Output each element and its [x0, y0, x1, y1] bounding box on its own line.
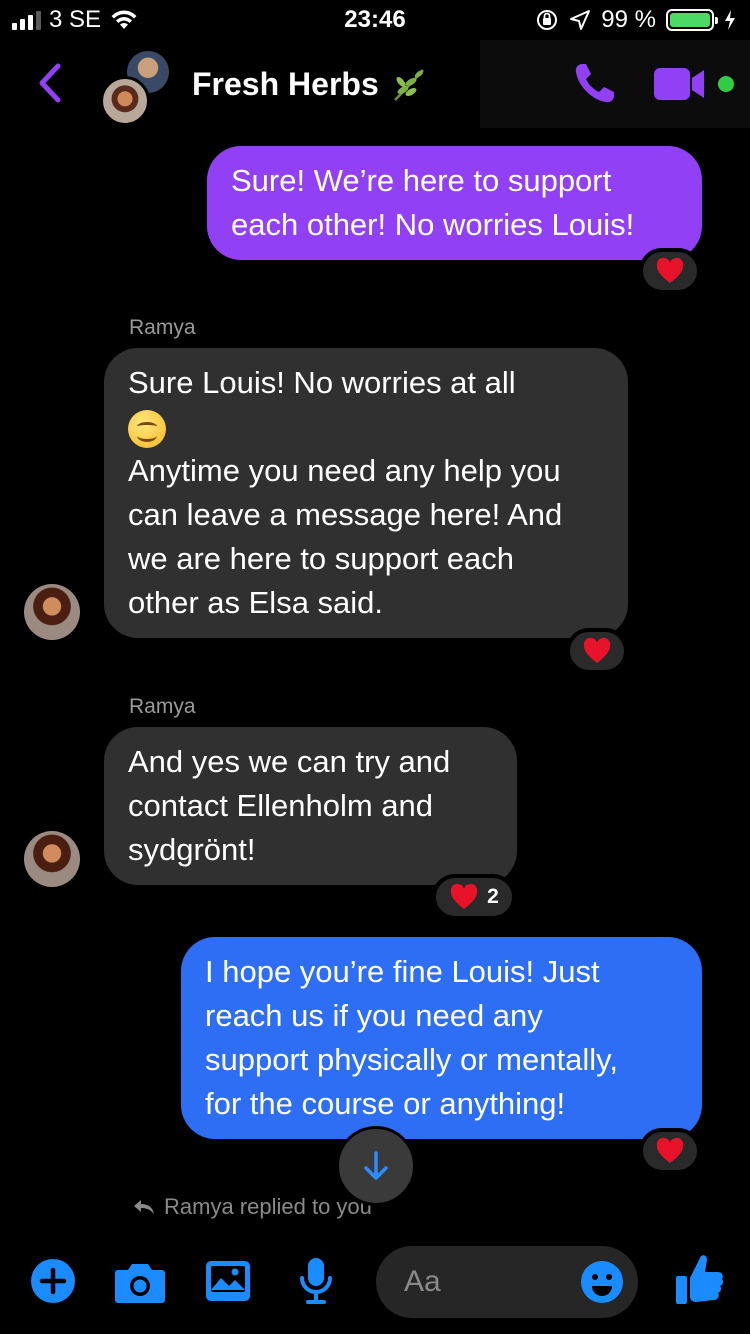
camera-icon[interactable]: [114, 1260, 166, 1304]
message-text: other as Elsa said.: [128, 585, 384, 620]
sender-avatar[interactable]: [24, 831, 80, 887]
smile-emoji-line: [128, 405, 604, 449]
composer-bar: [0, 1230, 750, 1334]
reaction-badge[interactable]: [639, 1128, 701, 1174]
message-text: Sure! We’re here to support: [231, 163, 612, 198]
heart-icon: [450, 883, 478, 909]
message-text: can leave a message here! And: [128, 497, 563, 532]
group-name: Fresh Herbs: [192, 65, 379, 102]
message-bubble-outgoing[interactable]: I hope you’re fine Louis! Just reach us …: [181, 937, 702, 1139]
online-indicator: [718, 76, 734, 92]
member-avatar: [100, 76, 150, 126]
battery-percent: 99 %: [601, 6, 656, 33]
message-text: And yes we can try and: [128, 744, 451, 779]
sender-avatar[interactable]: [24, 584, 80, 640]
status-right: 99 %: [535, 6, 736, 34]
chat-header: Fresh Herbs: [0, 40, 750, 130]
reaction-badge[interactable]: [639, 248, 701, 294]
status-bar: 3 SE 23:46 99 %: [0, 0, 750, 40]
photo-gallery-icon[interactable]: [205, 1260, 251, 1302]
herb-icon: [393, 69, 424, 101]
reaction-badge[interactable]: [566, 628, 628, 674]
rotation-lock-icon: [537, 10, 558, 30]
reaction-count: 2: [487, 885, 499, 908]
message-text: each other! No worries Louis!: [231, 207, 635, 242]
plus-icon[interactable]: [30, 1258, 76, 1304]
message-text: sydgrönt!: [128, 832, 256, 867]
heart-icon: [656, 257, 684, 283]
charging-icon: [725, 10, 735, 30]
reply-notice[interactable]: Ramya replied to you: [132, 1194, 372, 1220]
video-call-icon[interactable]: [652, 64, 710, 104]
thumbs-up-icon[interactable]: [674, 1252, 724, 1308]
message-bubble-incoming[interactable]: And yes we can try and contact Ellenholm…: [104, 727, 517, 885]
group-avatar[interactable]: [100, 48, 175, 126]
reply-notice-text: Ramya replied to you: [164, 1194, 372, 1219]
message-text: Sure Louis! No worries at all: [128, 365, 516, 400]
arrow-down-icon: [364, 1151, 388, 1180]
sender-name: Ramya: [129, 316, 196, 339]
scroll-to-bottom-button[interactable]: [336, 1126, 416, 1206]
phone-call-icon[interactable]: [570, 60, 618, 108]
message-bubble-incoming[interactable]: Sure Louis! No worries at all Anytime yo…: [104, 348, 628, 638]
message-text: for the course or anything!: [205, 1086, 566, 1121]
battery-level: [670, 13, 710, 27]
heart-icon: [656, 1137, 684, 1163]
message-text: contact Ellenholm and: [128, 788, 434, 823]
microphone-icon[interactable]: [296, 1256, 336, 1306]
reaction-badge[interactable]: 2: [432, 874, 516, 920]
location-icon: [570, 10, 591, 30]
message-text: support physically or mentally,: [205, 1042, 618, 1077]
heart-icon: [583, 637, 611, 663]
message-text: we are here to support each: [128, 541, 515, 576]
back-chevron-icon[interactable]: [30, 58, 70, 108]
battery-icon: [666, 9, 718, 31]
message-input-container[interactable]: [376, 1246, 638, 1318]
sender-name: Ramya: [129, 695, 196, 718]
conversation-title[interactable]: Fresh Herbs: [192, 64, 429, 104]
reply-arrow-icon: [134, 1200, 154, 1214]
message-text: I hope you’re fine Louis! Just: [205, 954, 600, 989]
message-text: reach us if you need any: [205, 998, 543, 1033]
emoji-picker-icon[interactable]: [580, 1260, 624, 1304]
message-input[interactable]: [404, 1260, 574, 1304]
message-bubble-outgoing[interactable]: Sure! We’re here to support each other! …: [207, 146, 702, 260]
message-text: Anytime you need any help you: [128, 453, 561, 488]
smiling-face-emoji-icon: [128, 409, 166, 448]
